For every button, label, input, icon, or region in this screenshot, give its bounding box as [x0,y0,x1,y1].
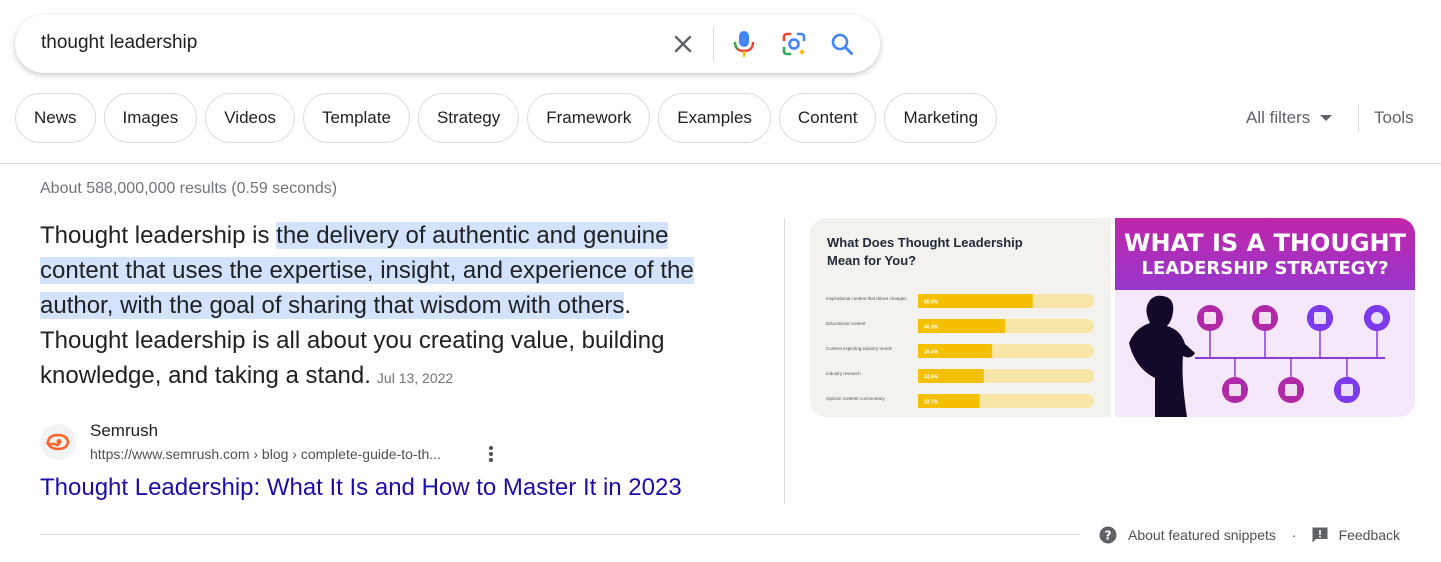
feedback-label: Feedback [1338,527,1401,543]
strategy-illustration [1115,290,1415,417]
chip-marketing[interactable]: Marketing [884,93,998,143]
chip-images[interactable]: Images [103,93,198,143]
chart-bar-value: 34.9% [924,375,939,381]
header-divider [0,163,1441,164]
tools-button[interactable]: Tools [1374,108,1414,128]
image-bar-chart: Inspirational content that drives change… [826,294,1094,408]
feedback-icon [1312,527,1328,543]
chart-bar-value: 60.9% [924,300,939,306]
footer-divider [40,534,1080,535]
all-filters-label: All filters [1246,108,1311,127]
chip-template[interactable]: Template [302,93,410,143]
snippet-period: . [624,292,631,319]
chart-bar-value: 46.3% [924,325,939,331]
microphone-icon[interactable] [729,29,759,59]
snippet-date: Jul 13, 2022 [376,370,454,386]
clear-icon[interactable] [668,29,698,59]
chip-framework[interactable]: Framework [527,93,651,143]
chart-bar-label: Industry research [826,371,861,376]
chip-videos[interactable]: Videos [205,93,295,143]
semrush-favicon [40,424,76,460]
snippet-intro: Thought leadership is [40,222,277,249]
search-divider [713,27,714,61]
snippet-line: Thought leadership is all about you crea… [40,327,665,354]
tools-divider [1358,104,1359,132]
all-filters-button[interactable]: All filters [1246,108,1333,128]
svg-text:?: ? [1105,529,1112,543]
snippet-highlight: author, with the goal of sharing that wi… [40,292,625,319]
site-url[interactable]: https://www.semrush.com › blog › complet… [90,446,441,462]
result-stats: About 588,000,000 results (0.59 seconds) [40,180,338,197]
more-vert-icon[interactable] [485,444,497,464]
about-snippets-label: About featured snippets [1128,527,1276,543]
snippet-line: knowledge, and taking a stand. [40,362,371,389]
chart-bar-label: Inspirational content that drives change… [826,296,907,301]
footer-separator: · [1291,527,1297,543]
chart-bar-value: 39.4% [924,350,939,356]
caret-down-icon [1320,115,1333,121]
help-icon: ? [1099,526,1117,544]
about-snippets-link[interactable]: ? About featured snippets · Feedback [1098,525,1400,545]
snippet-divider [784,218,785,504]
snippet-image-strategy[interactable]: WHAT IS A THOUGHT LEADERSHIP STRATEGY? [1115,218,1415,417]
chart-bar-label: Educational content [826,321,866,326]
site-name[interactable]: Semrush [90,421,158,441]
lens-icon[interactable] [779,29,809,59]
chip-strategy[interactable]: Strategy [417,93,520,143]
chip-news[interactable]: News [15,93,96,143]
snippet-highlight: the delivery of authentic and genuine [276,222,669,249]
result-title-link[interactable]: Thought Leadership: What It Is and How t… [40,474,682,502]
chart-bar-value: 32.7% [924,400,939,406]
search-bar: thought leadership [15,15,880,73]
featured-snippet-text: Thought leadership is the delivery of au… [40,218,760,396]
search-input[interactable]: thought leadership [41,32,197,54]
chip-examples[interactable]: Examples [658,93,771,143]
chart-bar-label: Opinion content/ commentary [826,396,886,401]
filter-chips: News Images Videos Template Strategy Fra… [15,93,998,143]
chip-content[interactable]: Content [778,93,877,143]
snippet-image-chart[interactable]: What Does Thought Leadership Mean for Yo… [810,218,1111,417]
feedback-button[interactable]: Feedback [1311,526,1400,544]
chart-bar-label: Content exploring industry trends [826,346,893,351]
snippet-highlight: content that uses the expertise, insight… [40,257,694,284]
search-icon[interactable] [827,29,857,59]
